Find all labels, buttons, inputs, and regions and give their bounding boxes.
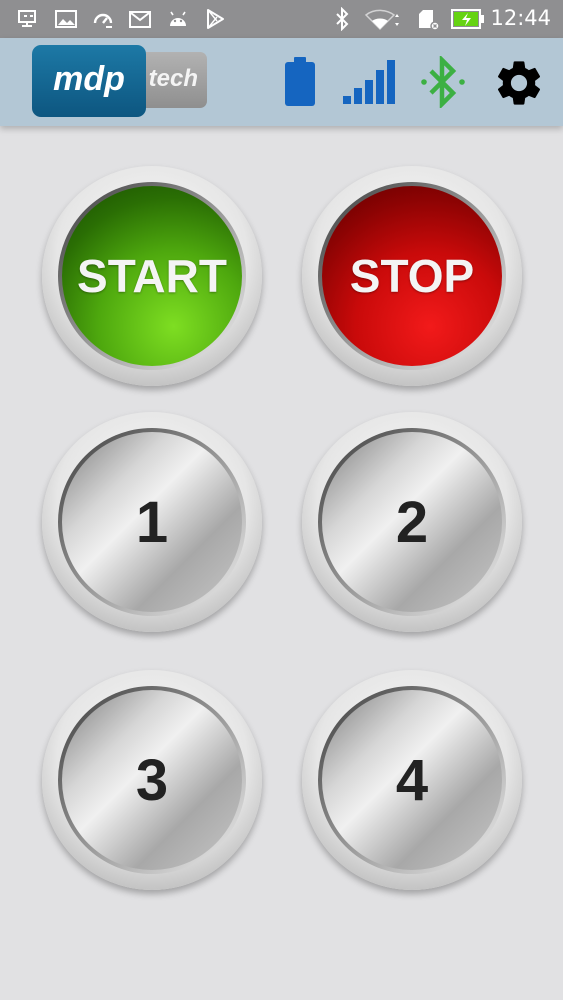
brand-logo: mdp tech <box>32 45 208 117</box>
button-1-label: 1 <box>62 432 242 612</box>
clock: 12:44 <box>490 6 551 30</box>
sd-card-icon <box>419 10 440 31</box>
stop-button[interactable]: STOP <box>302 166 522 386</box>
button-1[interactable]: 1 <box>42 412 262 632</box>
status-bar: 12:44 <box>0 0 563 38</box>
wifi-icon <box>364 9 399 31</box>
gallery-icon <box>55 10 77 28</box>
settings-gear-icon[interactable] <box>492 56 546 110</box>
button-4-label: 4 <box>322 690 502 870</box>
battery-icon <box>285 57 315 106</box>
button-3[interactable]: 3 <box>42 670 262 890</box>
logo-primary: mdp <box>32 45 146 117</box>
button-4[interactable]: 4 <box>302 670 522 890</box>
android-debug-icon <box>170 11 186 26</box>
play-store-icon <box>207 9 224 29</box>
stop-button-label: STOP <box>322 186 502 366</box>
signal-strength-icon[interactable] <box>341 58 401 106</box>
app-bar: mdp tech <box>0 38 563 126</box>
bluetooth-icon[interactable] <box>418 56 468 108</box>
button-2-label: 2 <box>322 432 502 612</box>
battery-charging-icon <box>451 9 484 29</box>
start-button[interactable]: START <box>42 166 262 386</box>
speed-icon <box>93 13 113 28</box>
start-button-label: START <box>62 186 242 366</box>
screen-cast-icon <box>18 10 36 27</box>
button-3-label: 3 <box>62 690 242 870</box>
gmail-icon <box>129 11 151 28</box>
button-2[interactable]: 2 <box>302 412 522 632</box>
bluetooth-icon <box>336 7 349 31</box>
